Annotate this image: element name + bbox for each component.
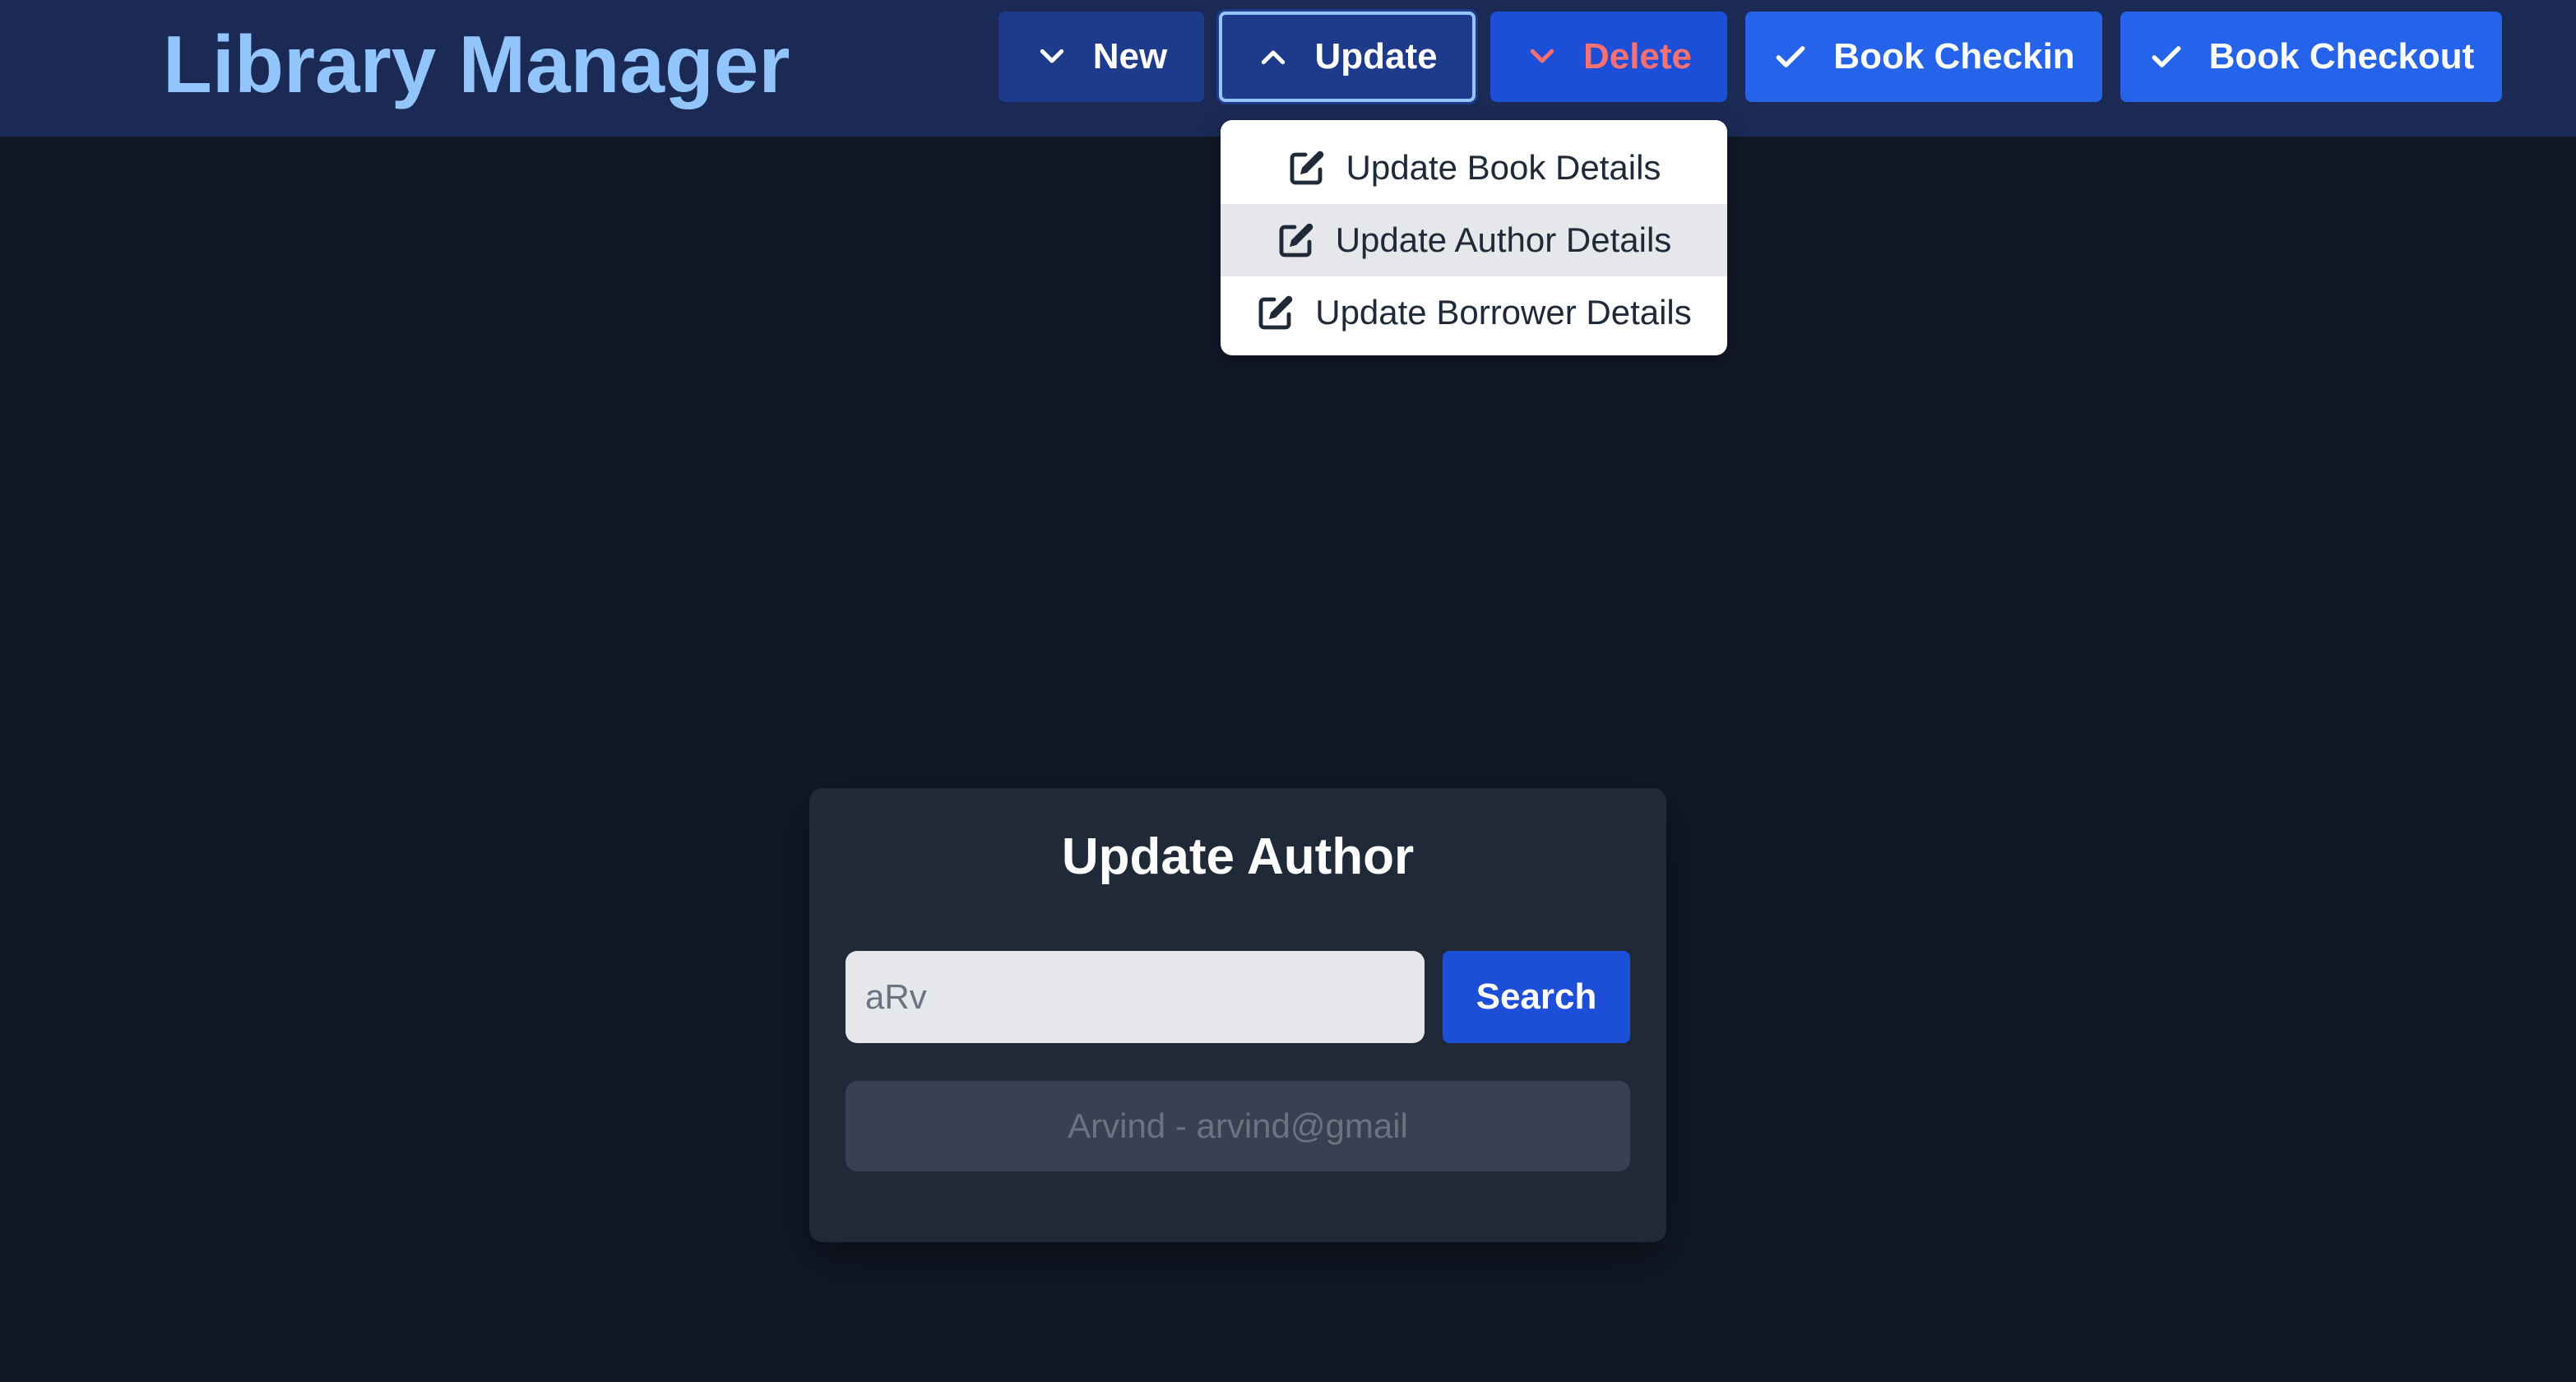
delete-button-label: Delete [1582, 36, 1693, 77]
chevron-up-icon [1257, 40, 1290, 73]
new-button-label: New [1092, 36, 1168, 77]
update-dropdown-menu: Update Book Details Update Author Detail… [1221, 120, 1727, 355]
top-nav-bar: Library Manager New Update Delete Book C… [0, 0, 2576, 137]
menu-item-update-author-details[interactable]: Update Author Details [1221, 204, 1727, 276]
menu-item-update-book-details[interactable]: Update Book Details [1221, 132, 1727, 204]
chevron-down-icon [1526, 40, 1559, 73]
update-button-label: Update [1314, 36, 1438, 77]
book-checkout-button[interactable]: Book Checkout [2120, 12, 2502, 102]
book-checkin-label: Book Checkin [1833, 36, 2075, 77]
book-checkin-button[interactable]: Book Checkin [1745, 12, 2102, 102]
edit-icon [1287, 148, 1327, 188]
check-icon [1772, 39, 1809, 75]
edit-icon [1256, 293, 1295, 332]
author-search-input[interactable] [846, 951, 1425, 1043]
menu-item-label: Update Borrower Details [1315, 293, 1692, 332]
menu-item-label: Update Book Details [1346, 148, 1661, 187]
search-button[interactable]: Search [1443, 951, 1630, 1043]
app-title: Library Manager [163, 19, 790, 109]
new-button[interactable]: New [998, 12, 1204, 102]
chevron-down-icon [1035, 40, 1068, 73]
update-button[interactable]: Update [1219, 12, 1476, 102]
card-title: Update Author [1061, 828, 1415, 885]
update-author-card: Update Author Search Arvind - arvind@gma… [809, 788, 1666, 1242]
menu-item-label: Update Author Details [1335, 220, 1672, 259]
edit-icon [1276, 220, 1316, 260]
check-icon [2148, 39, 2185, 75]
search-result-item[interactable]: Arvind - arvind@gmail [846, 1081, 1630, 1171]
menu-item-update-borrower-details[interactable]: Update Borrower Details [1221, 276, 1727, 349]
delete-button[interactable]: Delete [1490, 12, 1727, 102]
book-checkout-label: Book Checkout [2208, 36, 2475, 77]
